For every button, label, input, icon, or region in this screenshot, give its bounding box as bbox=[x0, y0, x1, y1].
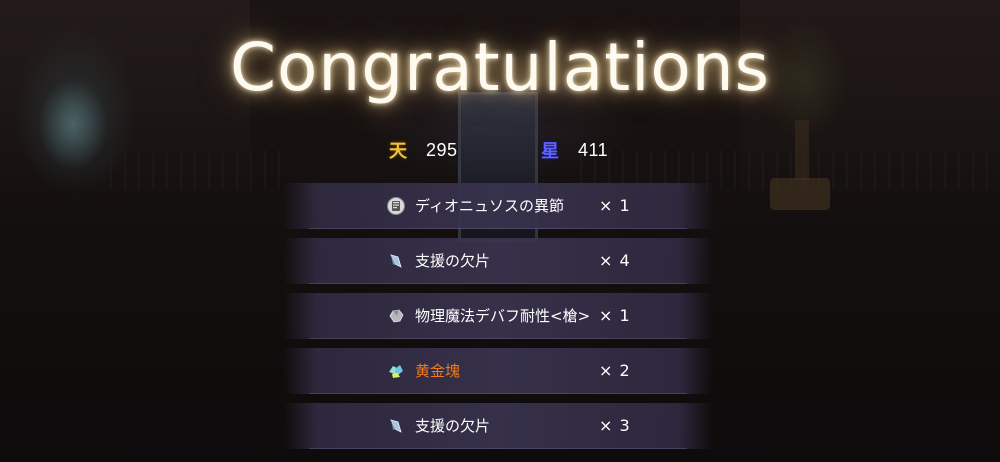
reward-row: ディオニュソスの異節 × 1 bbox=[283, 183, 713, 229]
congratulations-title: Congratulations bbox=[229, 29, 771, 106]
reward-item-name: 支援の欠片 bbox=[415, 417, 491, 435]
reward-list: ディオニュソスの異節 × 1 支援の欠片 × 4 物理魔法デバフ耐性<槍> × … bbox=[283, 183, 713, 462]
gold-ore-icon bbox=[387, 362, 405, 380]
blue-currency-value: 411 bbox=[578, 139, 609, 160]
book-icon bbox=[387, 197, 405, 215]
reward-item-quantity: × 2 bbox=[599, 361, 631, 380]
reward-item-name: 黄金塊 bbox=[415, 362, 461, 380]
blue-currency: 星 411 bbox=[538, 137, 608, 163]
reward-item-quantity: × 3 bbox=[599, 416, 631, 435]
gold-currency-value: 295 bbox=[426, 139, 458, 160]
reward-item-name: ディオニュソスの異節 bbox=[415, 197, 564, 215]
reward-row: 黄金塊 × 2 bbox=[283, 348, 713, 394]
reward-row: 支援の欠片 × 3 bbox=[283, 403, 713, 449]
background-plant-pot bbox=[770, 178, 830, 210]
blue-currency-icon: 星 bbox=[541, 141, 559, 162]
shard-icon bbox=[387, 417, 405, 435]
reward-item-name: 支援の欠片 bbox=[415, 252, 491, 270]
gold-currency: 天 295 bbox=[386, 137, 458, 163]
background-fence-left bbox=[110, 150, 280, 190]
reward-row: 支援の欠片 × 4 bbox=[283, 238, 713, 284]
reward-item-quantity: × 4 bbox=[599, 251, 631, 270]
stone-icon bbox=[387, 307, 405, 325]
shard-icon bbox=[387, 252, 405, 270]
reward-row: 物理魔法デバフ耐性<槍> × 1 bbox=[283, 293, 713, 339]
reward-item-name: 物理魔法デバフ耐性<槍> bbox=[415, 307, 591, 325]
reward-item-quantity: × 1 bbox=[599, 306, 631, 325]
reward-item-quantity: × 1 bbox=[599, 196, 631, 215]
gold-currency-icon: 天 bbox=[389, 141, 407, 162]
background-tree-trunk bbox=[795, 120, 809, 180]
